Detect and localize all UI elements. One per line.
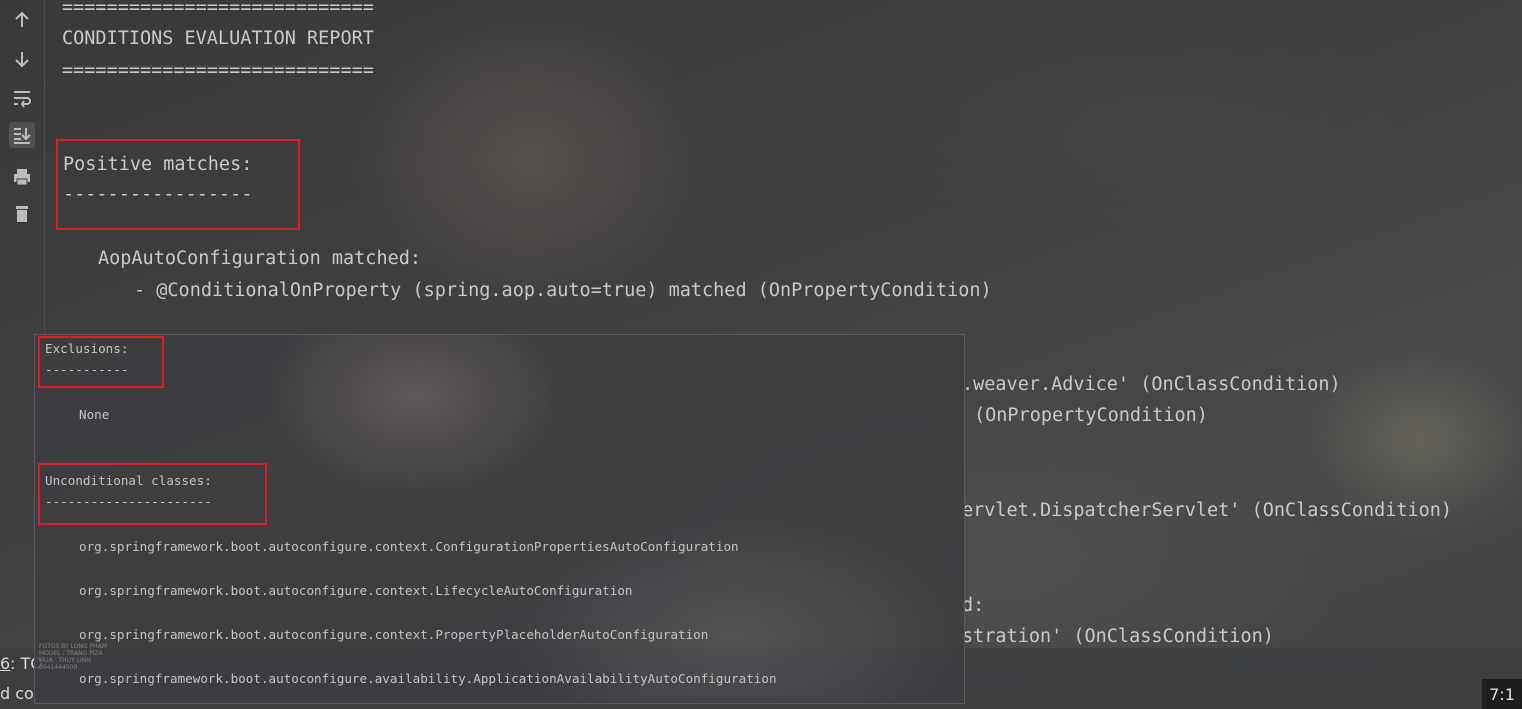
console-line: d: [962,595,985,616]
console-line: (OnPropertyCondition) [974,405,1208,426]
console-line: stration' (OnClassCondition) [962,626,1274,647]
print-icon[interactable] [9,164,35,190]
trash-icon[interactable] [9,201,35,227]
highlight-box [38,463,267,525]
list-item: org.springframework.boot.autoconfigure.c… [79,583,633,598]
highlight-box [56,139,300,230]
separator-line: ============================ [62,60,374,81]
soft-wrap-icon[interactable] [9,85,35,111]
console-line: ervlet.DispatcherServlet' (OnClassCondit… [962,500,1453,521]
photo-watermark: FOTOS BY LONG PHAM MODEL : TRANG PIZA MU… [39,643,107,671]
exclusions-value: None [79,407,110,422]
console-line: .weaver.Advice' (OnClassCondition) [962,374,1341,395]
arrow-up-icon[interactable] [9,7,35,33]
status-message: d co [0,684,34,703]
console-line: AopAutoConfiguration matched: [98,248,422,269]
list-item: org.springframework.boot.autoconfigure.c… [79,627,709,642]
tab-number[interactable]: 6 [0,654,10,673]
arrow-down-icon[interactable] [9,46,35,72]
scroll-to-end-icon[interactable] [9,122,35,148]
list-item: org.springframework.boot.autoconfigure.a… [79,671,777,686]
list-item: org.springframework.boot.autoconfigure.c… [79,539,739,554]
separator-line: ============================ [62,0,374,18]
highlight-box [38,336,164,388]
caret-position[interactable]: 7:1 [1482,679,1522,709]
console-line: - @ConditionalOnProperty (spring.aop.aut… [134,280,992,301]
console-popup: Exclusions: ----------- None Uncondition… [34,334,965,704]
report-title: CONDITIONS EVALUATION REPORT [62,28,374,49]
